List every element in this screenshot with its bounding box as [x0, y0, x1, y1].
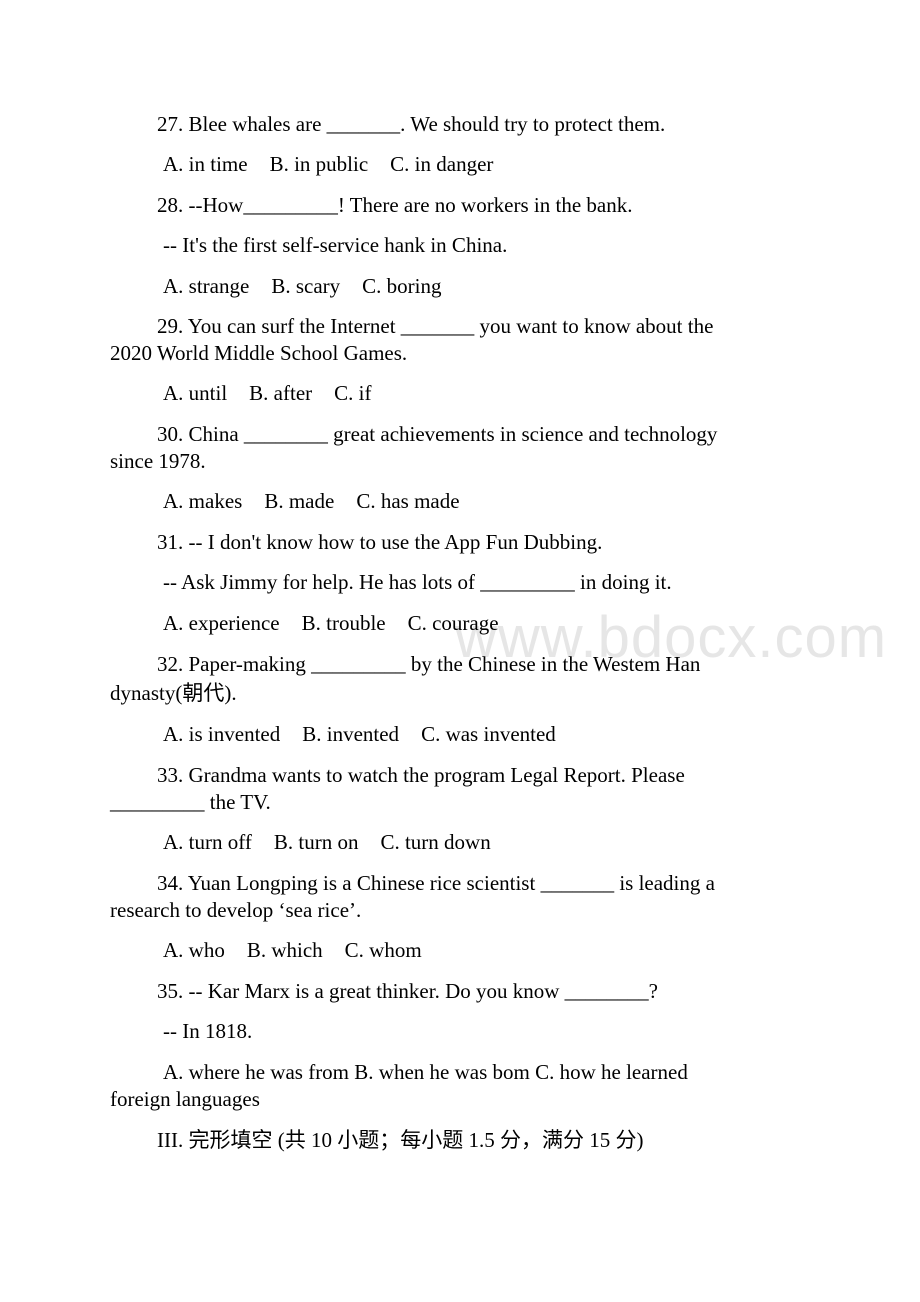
option-a: A. makes — [163, 489, 243, 513]
option-b: B. made — [264, 489, 335, 513]
question-28-stem: 28. --How_________! There are no workers… — [157, 193, 633, 217]
option-b: B. turn on — [273, 830, 359, 854]
option-a: A. who — [163, 938, 225, 962]
question-30-stem-cont: since 1978. — [110, 449, 206, 473]
option-a: A. until — [163, 381, 228, 405]
question-35-stem: 35. -- Kar Marx is a great thinker. Do y… — [157, 979, 658, 1003]
option-c: C. has made — [356, 489, 460, 513]
question-35-reply: -- In 1818. — [163, 1019, 253, 1043]
option-c: C. whom — [344, 938, 422, 962]
option-c: C. if — [334, 381, 372, 405]
option-a: A. turn off — [163, 830, 252, 854]
option-b: B. trouble — [301, 611, 386, 635]
option-b: B. scary — [271, 274, 341, 298]
option-b: B. which — [246, 938, 323, 962]
question-33-options: A. turn off B. turn on C. turn down — [163, 829, 513, 856]
option-c: C. in danger — [390, 152, 494, 176]
option-a: A. in time — [163, 152, 248, 176]
option-b: B. after — [249, 381, 313, 405]
question-35-options: A. where he was from B. when he was bom … — [163, 1060, 688, 1084]
question-32-stem-cont: dynasty(朝代). — [110, 681, 237, 705]
question-32-options: A. is invented B. invented C. was invented — [163, 721, 578, 748]
question-29-options: A. until B. after C. if — [163, 380, 394, 407]
question-31-options: A. experience B. trouble C. courage — [163, 610, 521, 637]
question-29-stem-cont: 2020 World Middle School Games. — [110, 341, 408, 365]
question-34-options: A. who B. which C. whom — [163, 937, 444, 964]
question-27-stem: 27. Blee whales are _______. We should t… — [157, 112, 666, 136]
option-c: C. boring — [362, 274, 442, 298]
question-33-stem: 33. Grandma wants to watch the program L… — [157, 763, 685, 787]
option-b: B. invented — [302, 722, 400, 746]
question-32-stem: 32. Paper-making _________ by the Chines… — [157, 652, 701, 676]
question-27-options: A. in time B. in public C. in danger — [163, 151, 515, 178]
question-31-reply: -- Ask Jimmy for help. He has lots of __… — [163, 570, 672, 594]
option-c: C. turn down — [380, 830, 491, 854]
question-34-stem: 34. Yuan Longping is a Chinese rice scie… — [157, 871, 715, 895]
question-30-stem: 30. China ________ great achievements in… — [157, 422, 718, 446]
option-a: A. experience — [163, 611, 280, 635]
question-31-stem: 31. -- I don't know how to use the App F… — [157, 530, 603, 554]
question-28-reply: -- It's the first self-service hank in C… — [163, 233, 508, 257]
option-c: C. was invented — [421, 722, 556, 746]
question-28-options: A. strange B. scary C. boring — [163, 273, 463, 300]
section-heading: III. 完形填空 (共 10 小题；每小题 1.5 分，满分 15 分) — [157, 1128, 644, 1152]
question-33-stem-cont: _________ the TV. — [110, 790, 271, 814]
question-35-options-cont: foreign languages — [110, 1087, 260, 1111]
option-c: C. courage — [407, 611, 499, 635]
question-29-stem: 29. You can surf the Internet _______ yo… — [157, 314, 714, 338]
option-b: B. in public — [269, 152, 369, 176]
option-a: A. strange — [163, 274, 250, 298]
question-34-stem-cont: research to develop ‘sea rice’. — [110, 898, 362, 922]
option-a: A. is invented — [163, 722, 281, 746]
question-30-options: A. makes B. made C. has made — [163, 488, 482, 515]
